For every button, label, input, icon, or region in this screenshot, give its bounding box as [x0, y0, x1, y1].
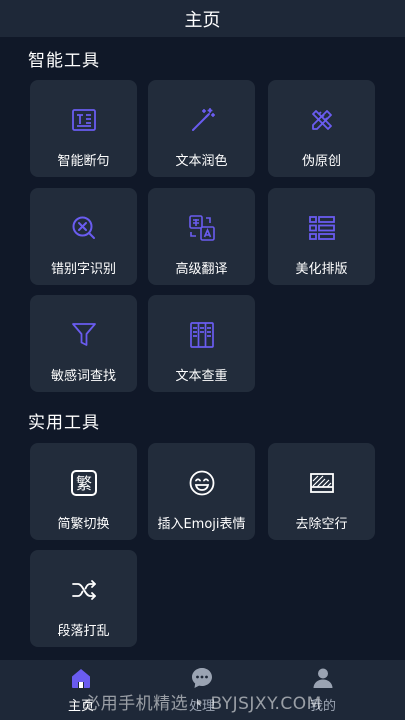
page-title: 主页 — [184, 9, 221, 31]
tool-card-translate[interactable]: 高级翻译 — [148, 188, 255, 285]
tool-label: 简繁切换 — [57, 517, 110, 532]
section-title-smart-tools: 智能工具 — [28, 51, 100, 71]
tool-label: 去除空行 — [295, 517, 348, 532]
tool-label: 插入Emoji表情 — [157, 517, 246, 532]
magic-wand-icon — [188, 106, 216, 134]
tool-label: 敏感词查找 — [50, 369, 116, 384]
tool-card-smart-sentence[interactable]: 智能断句 — [30, 80, 137, 177]
home-icon — [72, 669, 90, 688]
tool-label: 错别字识别 — [50, 262, 116, 277]
tool-label: 高级翻译 — [175, 262, 228, 277]
tool-label: 伪原创 — [301, 154, 341, 169]
columns-icon — [188, 321, 216, 349]
tool-card-shuffle-paragraphs[interactable]: 段落打乱 — [30, 550, 137, 647]
list-layout-icon — [308, 214, 336, 242]
tool-card-simplified-traditional[interactable]: 繁 简繁切换 — [30, 443, 137, 540]
tool-label: 智能断句 — [57, 154, 110, 169]
user-icon — [313, 668, 333, 688]
empty-box-icon — [308, 469, 336, 497]
shuffle-icon — [70, 576, 98, 604]
traditional-char-icon: 繁 — [70, 469, 98, 497]
tool-label: 文本润色 — [175, 154, 228, 169]
app-header: 主页 — [0, 0, 405, 37]
section-title-practical-tools: 实用工具 — [28, 413, 100, 433]
translate-icon — [188, 214, 216, 242]
tool-card-insert-emoji[interactable]: 插入Emoji表情 — [148, 443, 255, 540]
tool-label: 美化排版 — [295, 262, 348, 277]
text-box-icon — [70, 106, 98, 134]
tool-card-remove-blank-lines[interactable]: 去除空行 — [268, 443, 375, 540]
tool-card-beautify-layout[interactable]: 美化排版 — [268, 188, 375, 285]
tool-card-typo-detect[interactable]: 错别字识别 — [30, 188, 137, 285]
tool-label: 段落打乱 — [57, 624, 110, 639]
laughing-face-icon — [188, 469, 216, 497]
circle-x-search-icon — [70, 214, 98, 242]
tool-card-pseudo-original[interactable]: 伪原创 — [268, 80, 375, 177]
tool-card-sensitive-words[interactable]: 敏感词查找 — [30, 295, 137, 392]
svg-text:繁: 繁 — [75, 474, 91, 493]
tool-label: 文本查重 — [175, 369, 228, 384]
tool-card-duplicate-check[interactable]: 文本查重 — [148, 295, 255, 392]
pencil-ruler-icon — [308, 106, 336, 134]
watermark-text: 必用手机精选 • BYJSJXY.COM — [83, 694, 322, 714]
chat-bubble-icon — [192, 668, 212, 688]
tool-card-text-polish[interactable]: 文本润色 — [148, 80, 255, 177]
filter-icon — [70, 321, 98, 349]
